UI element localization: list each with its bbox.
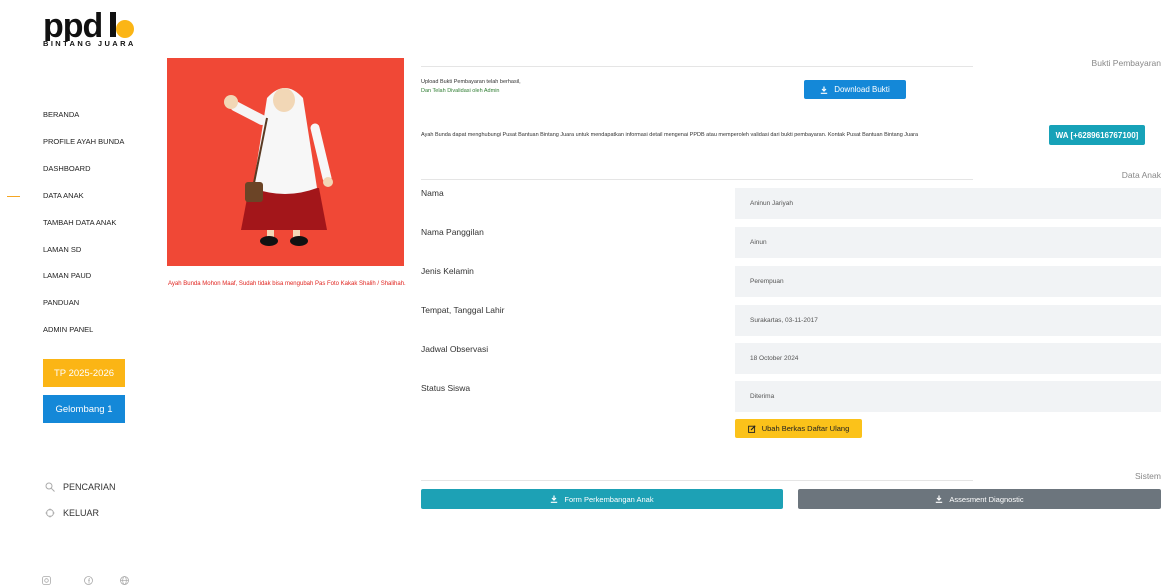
divider — [421, 480, 973, 481]
student-photo — [167, 58, 404, 266]
ppdb-logo[interactable]: ppd — [43, 7, 153, 57]
search-link[interactable]: PENCARIAN — [45, 482, 116, 492]
label-nama-panggilan: Nama Panggilan — [421, 227, 484, 237]
nav-admin-panel[interactable]: ADMIN PANEL — [43, 325, 93, 334]
label-status-siswa: Status Siswa — [421, 383, 471, 393]
download-bukti-label: Download Bukti — [834, 85, 890, 94]
nav-profile-ayah-bunda[interactable]: PROFILE AYAH BUNDA — [43, 137, 124, 146]
nav-panduan[interactable]: PANDUAN — [43, 298, 79, 307]
divider — [421, 66, 973, 67]
logo-graphic: ppd — [43, 7, 134, 45]
value-jadwal-observasi: 18 October 2024 — [735, 343, 1161, 374]
help-info-text: Ayah Bunda dapat menghubungi Pusat Bantu… — [421, 132, 919, 138]
section-title-data-anak: Data Anak — [1121, 170, 1161, 180]
nav-data-anak[interactable]: DATA ANAK — [43, 191, 84, 200]
logout-link-label: KELUAR — [63, 508, 100, 518]
nav-laman-sd[interactable]: LAMAN SD — [43, 245, 81, 254]
value-nama-panggilan: Ainun — [735, 227, 1161, 258]
tp-badge[interactable]: TP 2025-2026 — [43, 359, 125, 387]
edit-icon — [747, 424, 756, 433]
download-icon — [821, 86, 828, 94]
upload-status: Upload Bukti Pembayaran telah berhasil, — [421, 79, 521, 85]
validation-status: Dan Telah Divalidasi oleh Admin — [421, 88, 500, 94]
value-nama: Aninun Jariyah — [735, 188, 1161, 219]
label-tempat-tanggal-lahir: Tempat, Tanggal Lahir — [421, 305, 505, 315]
label-jenis-kelamin: Jenis Kelamin — [421, 266, 474, 276]
instagram-icon[interactable] — [42, 572, 51, 585]
nav-tambah-data-anak[interactable]: TAMBAH DATA ANAK — [43, 218, 116, 227]
nav-laman-paud[interactable]: LAMAN PAUD — [43, 271, 91, 280]
logo-subtitle: BINTANG JUARA — [43, 39, 136, 48]
logout-link[interactable]: KELUAR — [45, 508, 99, 518]
assesment-diagnostic-button[interactable]: Assesment Diagnostic — [798, 489, 1161, 509]
value-jenis-kelamin: Perempuan — [735, 266, 1161, 297]
ubah-berkas-button[interactable]: Ubah Berkas Daftar Ulang — [735, 419, 862, 438]
search-icon — [45, 482, 55, 492]
value-status-siswa: Diterima — [735, 381, 1161, 412]
assesment-diagnostic-label: Assesment Diagnostic — [949, 494, 1024, 504]
form-perkembangan-anak-button[interactable]: Form Perkembangan Anak — [421, 489, 783, 509]
facebook-icon[interactable] — [84, 572, 93, 585]
divider — [421, 179, 973, 180]
logout-icon — [45, 508, 55, 518]
download-icon — [936, 495, 943, 503]
whatsapp-contact-button[interactable]: WA [+6289616767100] — [1049, 125, 1145, 145]
label-nama: Nama — [421, 188, 444, 198]
ubah-berkas-label: Ubah Berkas Daftar Ulang — [761, 424, 850, 433]
form-perkembangan-label: Form Perkembangan Anak — [564, 494, 654, 504]
section-title-bukti-pembayaran: Bukti Pembayaran — [1091, 58, 1161, 68]
download-icon — [551, 495, 558, 503]
active-nav-indicator — [7, 196, 20, 197]
student-illustration — [224, 88, 333, 246]
nav-beranda[interactable]: BERANDA — [43, 110, 79, 119]
label-jadwal-observasi: Jadwal Observasi — [421, 344, 489, 354]
photo-warning-text: Ayah Bunda Mohon Maaf, Sudah tidak bisa … — [168, 281, 406, 287]
search-link-label: PENCARIAN — [63, 482, 116, 492]
globe-icon[interactable] — [120, 572, 129, 585]
gelombang-badge[interactable]: Gelombang 1 — [43, 395, 125, 423]
download-bukti-button[interactable]: Download Bukti — [804, 80, 906, 99]
section-title-sistem: Sistem — [1135, 471, 1161, 481]
nav-dashboard[interactable]: DASHBOARD — [43, 164, 91, 173]
value-tempat-tanggal-lahir: Surakartas, 03-11-2017 — [735, 305, 1161, 336]
svg-text:ppd: ppd — [43, 9, 102, 41]
